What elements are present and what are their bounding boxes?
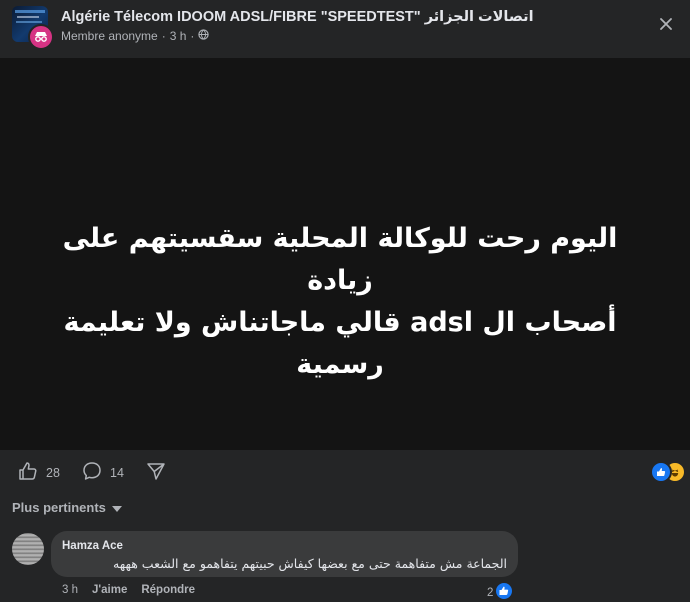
author-name[interactable]: Membre anonyme — [61, 29, 158, 43]
reaction-summary[interactable] — [650, 461, 686, 483]
comment-count: 14 — [110, 465, 124, 480]
avatar-graphic — [16, 21, 42, 23]
commenter-avatar[interactable] — [12, 533, 44, 565]
globe-icon — [198, 29, 210, 43]
comment-reply-button[interactable]: Répondre — [141, 584, 195, 596]
avatar-graphic — [15, 10, 45, 13]
comment-reaction-count[interactable]: 2 — [487, 583, 513, 602]
meta-separator: · — [190, 29, 195, 43]
thumbs-up-icon — [18, 461, 38, 484]
comment-text: الجماعة مش متفاهمة حتى مع بعضها كيفاش حب… — [113, 556, 507, 571]
like-reaction-icon — [496, 583, 513, 602]
post-timestamp[interactable]: 3 h — [170, 29, 187, 43]
post-image-text-line: أصحاب ال adsl قالي ماجاتناش ولا تعليمة ر… — [63, 307, 617, 380]
close-post-button[interactable] — [652, 12, 680, 40]
post-actions-bar: 28 14 — [0, 450, 690, 494]
comment-sort-dropdown[interactable]: Plus pertinents — [12, 500, 122, 515]
group-name-link[interactable]: Algérie Télecom IDOOM ADSL/FIBRE "SPEEDT… — [61, 9, 534, 25]
comment-author[interactable]: Hamza Ace — [62, 540, 123, 552]
like-count: 28 — [46, 465, 60, 480]
like-reaction-icon — [650, 461, 672, 483]
comment-actions: 3 h J'aime Répondre — [62, 584, 195, 596]
share-button[interactable] — [146, 461, 166, 484]
share-icon — [146, 461, 166, 484]
anonymous-member-icon — [28, 24, 54, 50]
meta-separator: · — [161, 29, 166, 43]
close-icon — [660, 17, 672, 35]
post-image-text-line: اليوم رحت للوكالة المحلية سقسيتهم على زي… — [62, 223, 618, 296]
comment-like-button[interactable]: J'aime — [92, 584, 127, 596]
avatar-graphic — [17, 16, 39, 18]
comment-time[interactable]: 3 h — [62, 584, 78, 596]
sort-label: Plus pertinents — [12, 500, 106, 515]
comment-button[interactable]: 14 — [82, 461, 124, 484]
post-image-text: اليوم رحت للوكالة المحلية سقسيتهم على زي… — [30, 218, 650, 386]
like-button[interactable]: 28 — [18, 461, 60, 484]
comment-bubble: Hamza Ace الجماعة مش متفاهمة حتى مع بعضه… — [51, 531, 518, 577]
post-image[interactable]: اليوم رحت للوكالة المحلية سقسيتهم على زي… — [0, 58, 690, 450]
post-header: Algérie Télecom IDOOM ADSL/FIBRE "SPEEDT… — [0, 0, 690, 58]
post-meta: Membre anonyme · 3 h · — [61, 29, 210, 43]
caret-down-icon — [111, 500, 122, 515]
comment-bubble-icon — [82, 461, 102, 484]
